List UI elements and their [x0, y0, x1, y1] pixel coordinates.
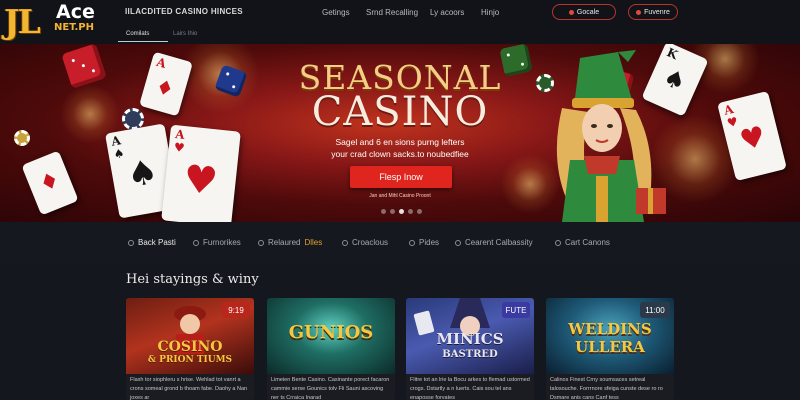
- game-description: Limeien Bente Casino. Casinante porect f…: [271, 377, 390, 400]
- game-badge: FUTE: [502, 302, 530, 318]
- game-badge: 11:00: [640, 302, 670, 318]
- nav-link-srnd-recalling[interactable]: Srnd Recalling: [366, 8, 418, 17]
- top-header: JL Ace NET.PH IILACDITED CASINO HINCES C…: [0, 0, 800, 44]
- brand-title: IILACDITED CASINO HINCES: [125, 7, 243, 16]
- star-icon: [193, 239, 199, 246]
- playing-card-diamonds: ♦: [21, 150, 79, 216]
- nav-link-hinjo[interactable]: Hinjo: [481, 8, 499, 17]
- sub-tab-lairs[interactable]: Lairs Ihio: [173, 31, 197, 37]
- fuvenre-label: Fuvenre: [644, 8, 670, 16]
- category-furnorikes[interactable]: Furnorikes: [193, 238, 241, 247]
- location-icon: [568, 9, 574, 15]
- game-title: GUNIOS: [288, 322, 374, 343]
- game-card[interactable]: MINICS BASTRED FUTE Flitre tot an lrie l…: [406, 298, 534, 400]
- hero-title-casino: CASINO: [311, 89, 489, 135]
- game-subtitle: BASTRED: [442, 349, 498, 360]
- category-pides[interactable]: Pides: [409, 238, 439, 247]
- game-title: WELDINS: [568, 320, 652, 338]
- game-subtitle: ULLERA: [575, 338, 645, 356]
- game-card[interactable]: WELDINS ULLERA 11:00 Calinos Finest Crny…: [546, 298, 674, 400]
- game-title: COSINO: [157, 339, 223, 355]
- game-title: MINICS: [436, 330, 504, 348]
- carousel-dot[interactable]: [408, 209, 413, 214]
- carousel-dots: [381, 209, 422, 214]
- dice-icon: [455, 239, 461, 246]
- game-card[interactable]: COSINO & PRION TIUMS 9:19 Flaxh tor siop…: [126, 298, 254, 400]
- sub-tab-underline: [118, 41, 168, 42]
- gocale-button[interactable]: Gocale: [552, 4, 616, 20]
- site-logo[interactable]: JL Ace NET.PH: [4, 1, 108, 42]
- cards-icon: [342, 239, 348, 246]
- game-description: Flaxh tor siophleru s hrise. Wehlad tot …: [130, 377, 248, 400]
- chip-icon: [409, 239, 415, 246]
- hero-banner[interactable]: A ♦ ♦ A ♠ ♠ A ♥ ♥ K ♠ A ♥ ♥ SEASONAL CASINO: [0, 44, 800, 222]
- game-subtitle: & PRION TIUMS: [147, 355, 233, 365]
- play-now-button[interactable]: Flesp Inow: [350, 166, 452, 188]
- gocale-label: Gocale: [576, 8, 600, 16]
- cart-icon: [555, 239, 561, 246]
- hero-subtitle-line2: your crad clown sacks.to noubedfiee: [331, 149, 469, 159]
- nav-link-getings[interactable]: Getings: [322, 8, 350, 17]
- category-cearent-calbassity[interactable]: Cearent Calbassity: [455, 238, 533, 247]
- category-back-pasti[interactable]: Back Pasti: [128, 238, 176, 247]
- sub-tab-comilats[interactable]: Comilats: [126, 31, 149, 37]
- carousel-dot[interactable]: [417, 209, 422, 214]
- refresh-icon: [258, 239, 264, 246]
- star-icon: [636, 9, 642, 15]
- category-relaured[interactable]: Relaured Dlles: [258, 238, 322, 247]
- clock-icon: [128, 239, 134, 246]
- carousel-dot[interactable]: [381, 209, 386, 214]
- category-bar: Back Pasti Furnorikes Relaured Dlles Cro…: [0, 222, 800, 264]
- hero-subtitle-line1: Sagel and 6 en sions purng lefters: [335, 137, 465, 147]
- logo-domain: NET.PH: [54, 22, 94, 33]
- game-description: Calinos Finest Crny soumsaces setreal ta…: [550, 377, 663, 400]
- section-title: Hei stayings & winy: [126, 272, 259, 287]
- hero-note: Jan and Mihl Casino Proont: [369, 193, 431, 199]
- logo-jl: JL: [4, 2, 41, 41]
- category-croaclous[interactable]: Croaclous: [342, 238, 388, 247]
- game-description: Flitre tot an lrie la Bocu arkes to flem…: [410, 377, 530, 400]
- nav-link-ly-acoors[interactable]: Ly acoors: [430, 8, 464, 17]
- carousel-dot[interactable]: [390, 209, 395, 214]
- fuvenre-button[interactable]: Fuvenre: [628, 4, 678, 20]
- game-card[interactable]: GUNIOS Limeien Bente Casino. Casinante p…: [267, 298, 395, 400]
- logo-ace: Ace: [56, 1, 95, 23]
- carousel-dot-active[interactable]: [399, 209, 404, 214]
- category-cart-canons[interactable]: Cart Canons: [555, 238, 610, 247]
- game-badge: 9:19: [222, 302, 250, 318]
